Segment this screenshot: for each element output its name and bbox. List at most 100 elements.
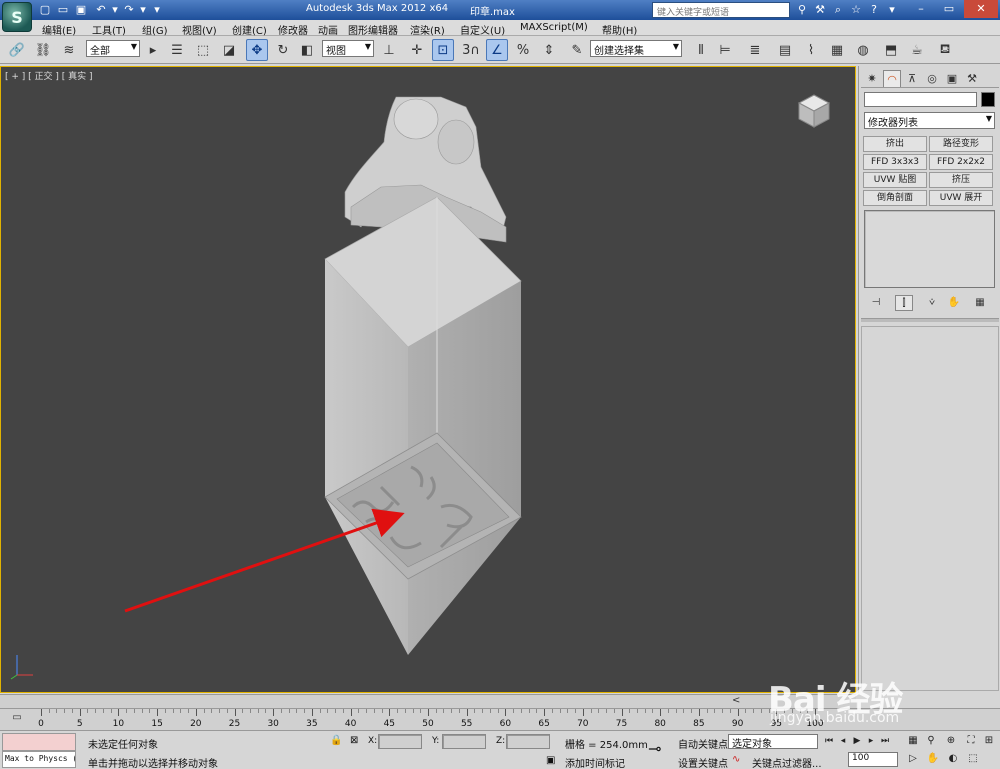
snaps-toggle-icon[interactable]: 3 ∩ xyxy=(460,39,482,61)
help-dropdown-icon[interactable]: ▾ xyxy=(884,2,900,18)
unlink-selection-icon[interactable]: ⛓ xyxy=(32,39,54,61)
subscription-icon[interactable]: ⚒ xyxy=(812,2,828,18)
select-and-scale-icon[interactable]: ◧ xyxy=(296,39,318,61)
minimize-icon[interactable]: – xyxy=(908,0,934,18)
pin-stack-icon[interactable]: ⊣ xyxy=(867,295,885,311)
play-icon[interactable]: ▶ xyxy=(850,734,864,748)
menu-create[interactable]: 创建(C) xyxy=(232,22,267,37)
percent-snap-icon[interactable]: % xyxy=(512,39,534,61)
edit-named-selection-icon[interactable]: ✎ xyxy=(566,39,588,61)
remove-modifier-icon[interactable]: ✋ xyxy=(945,295,963,311)
modifier-button[interactable]: 倒角剖面 xyxy=(863,190,927,206)
modifier-button[interactable]: 路径变形 xyxy=(929,136,993,152)
field-of-view-icon[interactable]: ▷ xyxy=(906,752,920,766)
seal-model[interactable] xyxy=(324,96,522,655)
use-pivot-center-icon[interactable]: ⊥ xyxy=(378,39,400,61)
menu-group[interactable]: 组(G) xyxy=(142,22,168,37)
rendered-frame-window-icon[interactable]: ☕ xyxy=(906,39,928,61)
binoculars-icon[interactable]: ⚲ xyxy=(794,2,810,18)
close-icon[interactable]: ✕ xyxy=(964,0,998,18)
material-editor-icon[interactable]: ◍ xyxy=(852,39,874,61)
window-crossing-icon[interactable]: ◪ xyxy=(218,39,240,61)
slider-prev-arrow-icon[interactable]: < xyxy=(732,695,740,706)
zoom-icon[interactable]: ⚲ xyxy=(924,734,938,748)
render-production-icon[interactable]: ⛾ xyxy=(934,39,956,61)
menu-animation[interactable]: 动画 xyxy=(318,22,338,37)
key-filters-button[interactable]: 关键点过滤器... xyxy=(752,755,822,769)
mirror-icon[interactable]: ⫴ xyxy=(690,39,712,61)
save-file-icon[interactable]: ▣ xyxy=(74,3,88,17)
render-setup-icon[interactable]: ⬒ xyxy=(880,39,902,61)
maximize-icon[interactable]: ▭ xyxy=(936,0,962,18)
set-key-button[interactable]: 设置关键点 xyxy=(678,755,728,769)
spinner-snap-icon[interactable]: ⇕ xyxy=(538,39,560,61)
show-end-result-icon[interactable]: ⫿ xyxy=(895,295,913,311)
open-file-icon[interactable]: ▭ xyxy=(56,3,70,17)
maxscript-listener-top[interactable] xyxy=(2,733,76,751)
rectangular-selection-icon[interactable]: ⬚ xyxy=(192,39,214,61)
create-tab-icon[interactable]: ✷ xyxy=(863,70,881,87)
angle-snap-icon[interactable]: ∠ xyxy=(486,39,508,61)
select-and-move-icon[interactable]: ✥ xyxy=(246,39,268,61)
undo-icon[interactable]: ↶ xyxy=(94,3,108,17)
zoom-all-icon[interactable]: ⊕ xyxy=(944,734,958,748)
communication-icon[interactable]: ⌕ xyxy=(830,2,846,18)
time-tag-icon[interactable]: ▣ xyxy=(546,755,555,766)
select-and-link-icon[interactable]: 🔗 xyxy=(6,39,28,61)
menu-maxscript[interactable]: MAXScript(M) xyxy=(520,22,588,33)
selection-filter-dropdown[interactable]: 全部 ▼ xyxy=(86,40,140,57)
zoom-extents-all-icon[interactable]: ⊞ xyxy=(982,734,996,748)
utilities-tab-icon[interactable]: ⚒ xyxy=(963,70,981,87)
undo-dropdown-icon[interactable]: ▾ xyxy=(108,3,122,17)
curve-editor-icon[interactable]: ⌇ xyxy=(800,39,822,61)
reference-coordinate-dropdown[interactable]: 视图 ▼ xyxy=(322,40,374,57)
zoom-extents-icon[interactable]: ⛶ xyxy=(964,734,978,748)
menu-graph-editors[interactable]: 图形编辑器 xyxy=(348,22,398,37)
x-coordinate-field[interactable] xyxy=(378,734,422,749)
go-to-end-icon[interactable]: ⏭ xyxy=(878,734,892,748)
modifier-button[interactable]: FFD 3x3x3 xyxy=(863,154,927,170)
modifier-button[interactable]: FFD 2x2x2 xyxy=(929,154,993,170)
align-icon[interactable]: ⊨ xyxy=(714,39,736,61)
object-color-swatch[interactable] xyxy=(981,92,995,107)
schematic-view-icon[interactable]: ▦ xyxy=(826,39,848,61)
select-object-icon[interactable]: ▸ xyxy=(142,39,164,61)
key-selection-dropdown[interactable]: 选定对象 xyxy=(728,734,818,750)
absolute-mode-icon[interactable]: ⊠ xyxy=(350,735,358,746)
time-config-icon[interactable]: ▦ xyxy=(906,734,920,748)
select-and-rotate-icon[interactable]: ↻ xyxy=(272,39,294,61)
named-selection-dropdown[interactable]: 创建选择集 ▼ xyxy=(590,40,682,57)
application-button[interactable]: S xyxy=(2,2,32,32)
go-to-start-icon[interactable]: ⏮ xyxy=(822,734,836,748)
menu-views[interactable]: 视图(V) xyxy=(182,22,217,37)
menu-help[interactable]: 帮助(H) xyxy=(602,22,637,37)
redo-dropdown-icon[interactable]: ▾ xyxy=(136,3,150,17)
time-slider[interactable]: < xyxy=(0,694,856,708)
auto-key-button[interactable]: 自动关键点 xyxy=(678,736,728,751)
make-unique-icon[interactable]: ⩒ xyxy=(923,295,941,311)
previous-frame-icon[interactable]: ◂ xyxy=(836,734,850,748)
new-file-icon[interactable]: ▢ xyxy=(38,3,52,17)
redo-icon[interactable]: ↷ xyxy=(122,3,136,17)
orbit-icon[interactable]: ◐ xyxy=(946,752,960,766)
pan-view-icon[interactable]: ✋ xyxy=(926,752,940,766)
object-name-field[interactable] xyxy=(864,92,977,107)
layer-manager-icon[interactable]: ≣ xyxy=(744,39,766,61)
motion-tab-icon[interactable]: ◎ xyxy=(923,70,941,87)
menu-rendering[interactable]: 渲染(R) xyxy=(410,22,445,37)
menu-customize[interactable]: 自定义(U) xyxy=(460,22,505,37)
maxscript-listener-bottom[interactable]: Max to Physcs ( xyxy=(2,751,76,768)
select-and-manipulate-icon[interactable]: ✛ xyxy=(406,39,428,61)
modify-tab-icon[interactable]: ◠ xyxy=(883,70,901,87)
quick-access-menu-icon[interactable]: ▾ xyxy=(150,3,164,17)
menu-tools[interactable]: 工具(T) xyxy=(92,22,126,37)
maximize-viewport-icon[interactable]: ⬚ xyxy=(966,752,980,766)
selection-lock-icon[interactable]: 🔒 xyxy=(330,735,342,746)
next-frame-icon[interactable]: ▸ xyxy=(864,734,878,748)
mini-curve-editor-icon[interactable]: ▭ xyxy=(8,712,26,726)
infocenter-search-input[interactable]: 键入关键字或短语 xyxy=(652,2,790,18)
menu-modifiers[interactable]: 修改器 xyxy=(278,22,308,37)
y-coordinate-field[interactable] xyxy=(442,734,486,749)
viewcube[interactable] xyxy=(797,93,831,129)
graphite-ribbon-icon[interactable]: ▤ xyxy=(774,39,796,61)
